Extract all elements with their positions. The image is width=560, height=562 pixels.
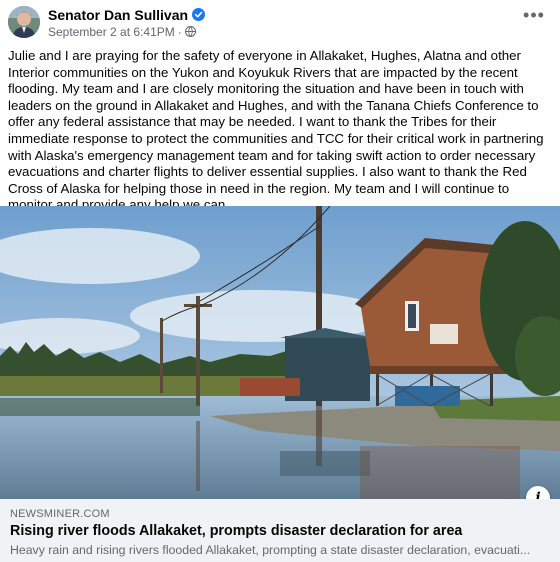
author-avatar[interactable] — [8, 6, 40, 38]
globe-icon — [184, 26, 196, 37]
post-timestamp[interactable]: September 2 at 6:41PM — [48, 25, 175, 39]
facebook-post: Senator Dan Sullivan September 2 at 6:41… — [0, 0, 560, 562]
flooded-village-photo — [0, 206, 560, 499]
post-meta: September 2 at 6:41PM · — [48, 25, 196, 39]
link-description: Heavy rain and rising rivers flooded All… — [10, 543, 531, 557]
avatar-image — [8, 6, 40, 38]
post-body: Julie and I are praying for the safety o… — [8, 48, 554, 214]
link-domain: NEWSMINER.COM — [10, 508, 110, 520]
author-name-row: Senator Dan Sullivan — [48, 7, 206, 23]
link-title[interactable]: Rising river floods Allakaket, prompts d… — [10, 523, 550, 539]
post-image[interactable] — [0, 206, 560, 499]
verified-badge-icon — [192, 8, 206, 21]
author-name[interactable]: Senator Dan Sullivan — [48, 7, 188, 23]
post-header: Senator Dan Sullivan September 2 at 6:41… — [0, 0, 560, 44]
meta-separator: · — [177, 25, 182, 39]
link-preview[interactable]: NEWSMINER.COM Rising river floods Allaka… — [0, 499, 560, 562]
more-options-icon[interactable]: ••• — [522, 6, 546, 28]
post-body-text: Julie and I are praying for the safety o… — [8, 48, 544, 213]
